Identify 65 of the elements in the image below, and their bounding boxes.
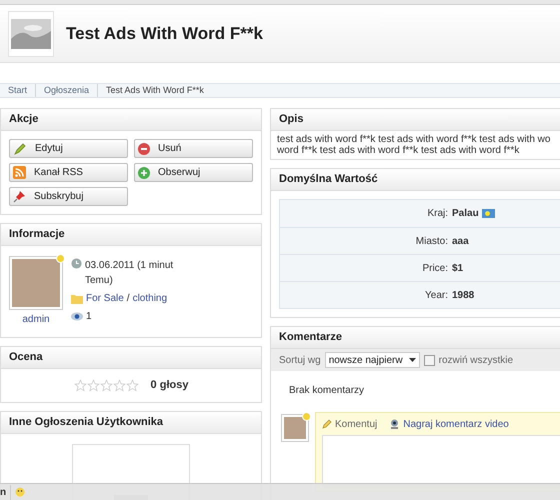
ad-title: Test Ads With Word F**k: [66, 22, 263, 45]
field-label: Miasto:: [414, 234, 449, 248]
plus-circle-icon: [138, 166, 150, 178]
category-link[interactable]: For Sale: [86, 291, 124, 306]
pencil-icon: [13, 142, 27, 156]
avatar[interactable]: [281, 414, 309, 442]
field-label: Price:: [421, 262, 449, 276]
star-icon[interactable]: [86, 378, 100, 392]
description-text: word f**k test ads with word f**k test ads with word f**k: [277, 145, 520, 156]
pencil-icon: [322, 419, 332, 429]
description-text: test ads with word f**k test ads with word f**k test ads with wo: [277, 134, 552, 145]
photo-placeholder: [284, 417, 306, 439]
vote-count: 0 głosy: [150, 378, 188, 393]
posted-date: 03.06.2011 (1 minut Temu): [85, 259, 174, 288]
panel-title: Komentarze: [279, 330, 342, 346]
photo-placeholder: [12, 259, 60, 307]
category-separator: /: [126, 292, 130, 306]
panel-title: Ocena: [9, 350, 43, 366]
field-label: Year:: [424, 288, 449, 302]
image-placeholder-icon: [11, 18, 51, 48]
star-icon[interactable]: [100, 378, 113, 392]
folder-icon: [71, 294, 83, 304]
panel-title: Inne Ogłoszenia Użytkownika: [9, 414, 164, 430]
no-comments-text: Brak komentarzy: [288, 384, 366, 398]
field-value: $1: [452, 262, 464, 276]
panel-title: Informacje: [9, 227, 65, 242]
comment-tab[interactable]: Komentuj: [322, 416, 378, 432]
field-value: Palau: [452, 207, 479, 221]
panel-title: Domyślna Wartość: [279, 172, 378, 188]
action-button[interactable]: Usuń: [134, 139, 253, 158]
webcam-icon: [389, 419, 400, 429]
subcategory-link[interactable]: clothing: [132, 291, 168, 306]
sort-select[interactable]: nowsze najpierw: [324, 352, 420, 368]
comment-textarea[interactable]: [322, 435, 560, 485]
username-link[interactable]: admin: [22, 312, 50, 327]
pin-icon: [13, 190, 26, 203]
panel-title: Akcje: [9, 112, 38, 128]
field-value: 1988: [452, 288, 474, 302]
view-count: 1: [86, 310, 92, 324]
star-icon[interactable]: [126, 378, 139, 392]
breadcrumb-link[interactable]: Ogłoszenia: [36, 84, 98, 98]
caret-icon: [408, 358, 416, 362]
breadcrumb-link[interactable]: Start: [0, 84, 36, 98]
rss-icon: [13, 166, 26, 179]
action-button[interactable]: Subskrybuj: [9, 187, 128, 206]
field-label: Kraj:: [426, 207, 449, 221]
eye-icon: [71, 312, 83, 321]
expand-label: rozwiń wszystkie: [438, 354, 514, 368]
comment-tab[interactable]: Nagraj komentarz video: [389, 416, 509, 432]
flag-icon: [482, 209, 495, 218]
field-value: aaa: [452, 234, 469, 248]
clock-icon: [71, 258, 82, 269]
panel-title: Opis: [279, 112, 304, 128]
smiley-icon[interactable]: [15, 487, 26, 497]
action-button[interactable]: Obserwuj: [134, 163, 253, 182]
action-button[interactable]: Edytuj: [9, 139, 128, 158]
star-icon[interactable]: [74, 378, 87, 392]
minus-circle-icon: [138, 142, 150, 154]
action-button[interactable]: Kanał RSS: [9, 163, 128, 182]
expand-checkbox[interactable]: [424, 354, 435, 366]
star-icon[interactable]: [112, 378, 126, 392]
toolbar-text: n: [0, 484, 12, 500]
sort-label: Sortuj wg: [279, 354, 321, 368]
breadcrumb-link[interactable]: Test Ads With Word F**k: [98, 84, 212, 98]
avatar[interactable]: [9, 256, 63, 310]
